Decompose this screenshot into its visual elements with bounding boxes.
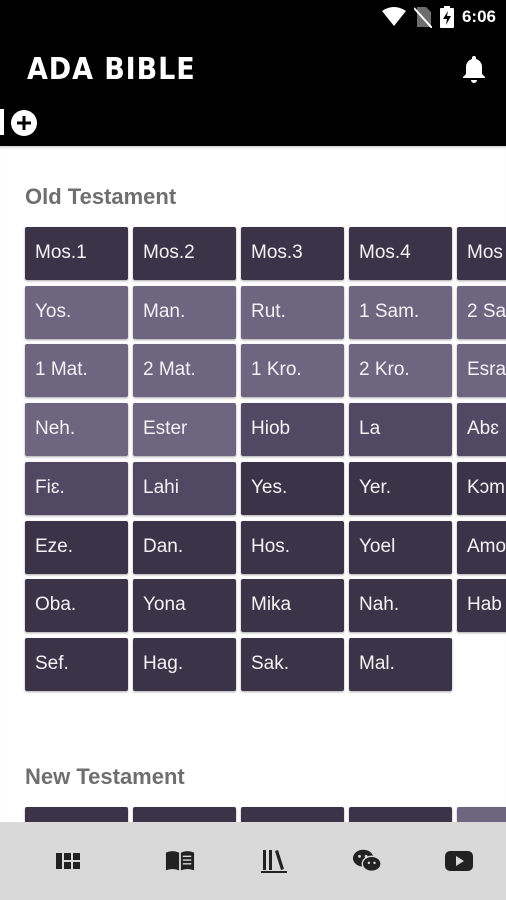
old-testament-book-button[interactable]: 1 Mat. [25, 344, 128, 398]
book-list[interactable]: Old Testament Mos.1 Mos.2 Mos.3 Mos.4 Mos Yos… [0, 146, 506, 822]
grid-list-icon [56, 853, 80, 869]
old-testament-book-button[interactable]: Dan. [133, 520, 236, 574]
status-icons: 6:06 [381, 6, 496, 28]
old-testament-book-button[interactable]: Mal. [349, 637, 452, 691]
status-bar: 6:06 [0, 0, 506, 36]
nav-books[interactable] [53, 848, 83, 874]
old-testament-book-button[interactable]: Neh. [25, 403, 128, 457]
nav-read[interactable] [165, 848, 195, 874]
old-testament-book-button[interactable]: 1 Sam. [349, 285, 452, 339]
new-testament-book-button[interactable] [25, 807, 128, 822]
old-testament-book-button[interactable]: Yoel [349, 520, 452, 574]
new-testament-book-button[interactable] [241, 807, 344, 822]
nav-youtube[interactable] [444, 848, 474, 874]
old-testament-book-button[interactable]: Mos.4 [349, 227, 452, 280]
old-testament-book-button[interactable]: Fiɛ. [25, 461, 128, 515]
old-testament-book-button[interactable]: Hab [457, 579, 506, 633]
new-testament-book-button[interactable] [457, 807, 506, 822]
nav-library[interactable] [259, 848, 289, 874]
old-testament-book-button[interactable]: Yos. [25, 285, 128, 339]
old-testament-book-button[interactable]: Mika [241, 579, 344, 633]
old-testament-book-button[interactable]: Kɔm [457, 461, 506, 515]
battery-charging-icon [439, 6, 454, 28]
new-testament-title: New Testament [25, 764, 185, 789]
old-testament-book-button[interactable]: Man. [133, 285, 236, 339]
app-bar: ADA BIBLE [0, 36, 506, 146]
old-testament-book-button[interactable]: Yes. [241, 461, 344, 515]
old-testament-book-button[interactable]: Mos [457, 227, 506, 280]
old-testament-book-button[interactable]: La [349, 403, 452, 457]
old-testament-book-button[interactable]: Esra [457, 344, 506, 398]
youtube-icon [445, 851, 473, 871]
old-testament-book-button[interactable]: 2 Sa [457, 285, 506, 339]
bottom-navigation [0, 822, 506, 900]
old-testament-book-button[interactable]: Nah. [349, 579, 452, 633]
old-testament-book-button[interactable]: Yona [133, 579, 236, 633]
nav-wechat[interactable] [352, 848, 382, 874]
old-testament-book-button[interactable]: Sef. [25, 637, 128, 691]
status-time: 6:06 [461, 7, 496, 26]
new-testament-book-button[interactable] [133, 807, 236, 822]
old-testament-book-button[interactable]: Yer. [349, 461, 452, 515]
add-circle-icon[interactable] [10, 109, 38, 137]
wechat-icon [352, 849, 382, 873]
old-testament-book-button[interactable]: Mos.1 [25, 227, 128, 280]
old-testament-book-button[interactable]: Mos.2 [133, 227, 236, 280]
open-book-icon [165, 851, 195, 871]
old-testament-book-button[interactable]: 1 Kro. [241, 344, 344, 398]
tab-indicator [0, 109, 4, 135]
old-testament-book-button[interactable]: Abɛ [457, 403, 506, 457]
no-sim-icon [413, 7, 432, 28]
old-testament-book-button[interactable]: Ester [133, 403, 236, 457]
library-icon [261, 850, 287, 873]
old-testament-book-button[interactable]: 2 Mat. [133, 344, 236, 398]
old-testament-book-button[interactable]: Sak. [241, 637, 344, 691]
old-testament-book-button[interactable]: Hag. [133, 637, 236, 691]
old-testament-title: Old Testament [25, 184, 177, 209]
old-testament-book-button[interactable]: Hiob [241, 403, 344, 457]
notification-bell-icon[interactable] [460, 54, 488, 84]
new-testament-book-button[interactable] [349, 807, 452, 822]
old-testament-book-button[interactable]: Mos.3 [241, 227, 344, 280]
old-testament-book-button[interactable]: 2 Kro. [349, 344, 452, 398]
old-testament-book-button[interactable]: Hos. [241, 520, 344, 574]
old-testament-book-button[interactable]: Amo [457, 520, 506, 574]
old-testament-book-button[interactable]: Rut. [241, 285, 344, 339]
old-testament-book-button[interactable]: Lahi [133, 461, 236, 515]
app-title: ADA BIBLE [27, 52, 196, 87]
wifi-icon [381, 7, 406, 26]
old-testament-book-button[interactable]: Oba. [25, 579, 128, 633]
old-testament-book-button[interactable]: Eze. [25, 520, 128, 574]
